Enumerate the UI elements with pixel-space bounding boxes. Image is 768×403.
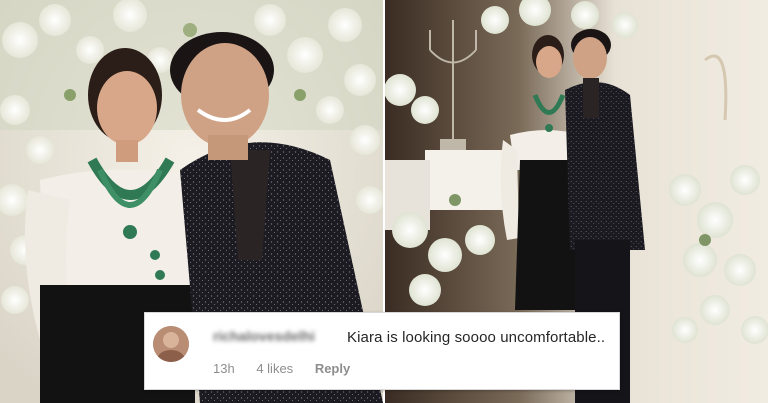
reply-button[interactable]: Reply bbox=[315, 361, 350, 376]
comment-meta: 13h 4 likes Reply bbox=[213, 361, 368, 376]
comment-text: Kiara is looking soooo uncomfortable.. bbox=[347, 329, 606, 346]
pedestal bbox=[425, 150, 505, 210]
meme-canvas: richalovesdelhi Kiara is looking soooo u… bbox=[0, 0, 768, 403]
comment-username[interactable]: richalovesdelhi bbox=[213, 328, 315, 344]
comment-timestamp: 13h bbox=[213, 361, 235, 376]
comment-card: richalovesdelhi Kiara is looking soooo u… bbox=[144, 312, 620, 390]
comment-likes-count[interactable]: 4 likes bbox=[256, 361, 293, 376]
avatar-photo-icon bbox=[153, 326, 189, 362]
commenter-avatar[interactable] bbox=[153, 326, 189, 362]
